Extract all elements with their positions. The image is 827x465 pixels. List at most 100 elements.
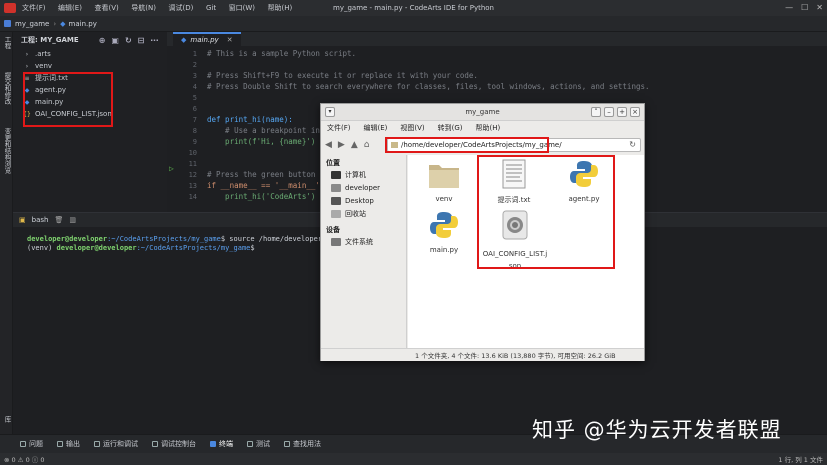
project-panel-header: 工程: MY_GAME ⊕ ▣ ↻ ⊟ ⋯ [13,32,167,48]
split-icon[interactable]: ▥ [69,216,76,224]
menu-view[interactable]: 查看(V) [94,4,118,12]
fm-place-computer[interactable]: 计算机 [321,168,406,181]
activity-project[interactable]: 工程 [2,36,12,49]
fm-up-button[interactable]: ˄ [591,107,601,117]
terminal-user: developer@developer [56,244,137,252]
terminal-tab[interactable]: bash [32,216,49,224]
file-item-venv[interactable]: venv [413,161,475,203]
tab-main-py[interactable]: ◆ main.py ✕ [173,32,241,46]
line-number: 7 [192,116,197,124]
line-number: 8 [192,127,197,135]
breadcrumb-project[interactable]: my_game [15,20,49,28]
fm-menu-file[interactable]: 文件(F) [327,123,351,133]
fm-minimize-button[interactable]: – [604,107,614,117]
fm-place-label: Desktop [345,196,374,205]
activity-commit[interactable]: 提交和修改 [2,72,12,105]
tool-terminal[interactable]: 终端 [210,439,233,449]
terminal-command: $ source /home/developer/Co [220,235,335,243]
tree-item[interactable]: › venv [23,60,167,72]
line-number: 1 [192,50,197,58]
refresh-icon[interactable]: ↻ [125,36,132,45]
close-button[interactable]: ✕ [816,3,823,12]
fm-menu-go[interactable]: 转到(G) [438,123,463,133]
chevron-right-icon: › [25,50,29,58]
project-icon [4,20,11,27]
terminal-path: :~/CodeArtsProjects/my_game [136,244,251,252]
tree-item[interactable]: › .arts [23,48,167,60]
line-number: 11 [188,160,197,168]
fm-statusbar: 1 个文件夹, 4 个文件: 13.6 KiB (13,880 字节), 可用空… [321,348,644,361]
tool-label: 调试控制台 [161,440,196,448]
menu-debug[interactable]: 调试(D) [169,4,194,12]
code-line: # Use a breakpoint in t [207,126,329,135]
maximize-button[interactable]: ☐ [801,3,808,12]
fm-close-button[interactable]: × [630,107,640,117]
python-file-icon: ◆ [60,19,66,28]
computer-icon [331,170,341,179]
new-folder-icon[interactable]: ▣ [111,36,119,45]
problems-icon [20,441,26,447]
main-menu: 文件(F) 编辑(E) 查看(V) 导航(N) 调试(D) Git 窗口(W) … [22,3,302,13]
tool-debug-console[interactable]: 调试控制台 [152,439,196,449]
breadcrumb-file[interactable]: main.py [69,20,97,28]
back-arrow-icon[interactable]: ◀ [325,140,332,150]
tool-output[interactable]: 输出 [57,439,80,449]
tool-label: 运行和调试 [103,440,138,448]
forward-arrow-icon[interactable]: ▶ [338,140,345,150]
fm-menu-view[interactable]: 视图(V) [400,123,424,133]
menu-git[interactable]: Git [206,4,216,12]
refresh-icon[interactable]: ↻ [629,140,636,149]
status-problems[interactable]: ⊗ 0 ⚠ 0 ⓘ 0 [4,454,45,464]
code-line: # Press Double Shift to search everywher… [207,82,650,91]
tool-find-usages[interactable]: 查找用法 [284,439,321,449]
home-icon[interactable]: ⌂ [364,140,370,150]
menu-file[interactable]: 文件(F) [22,4,46,12]
file-item-label: main.py [429,246,459,254]
line-number: 10 [188,149,197,157]
activity-structure[interactable]: 变更和结构浏览 [2,128,12,174]
fm-maximize-button[interactable]: + [617,107,627,117]
output-icon [57,441,63,447]
fm-menu-icon[interactable]: ▾ [325,107,335,117]
fm-device-label: 文件系统 [345,237,373,246]
menu-navigate[interactable]: 导航(N) [131,4,156,12]
menu-window[interactable]: 窗口(W) [229,4,255,12]
fm-place-label: 计算机 [345,170,366,179]
file-item-main-py[interactable]: main.py [413,210,475,254]
run-icon [94,441,100,447]
fm-place-desktop[interactable]: Desktop [321,194,406,207]
editor-tabs: ◆ main.py ✕ [167,32,827,46]
drive-icon [331,237,341,246]
code-line: def print_hi(name): [207,115,293,124]
trash-icon[interactable]: 🗑 [54,216,63,224]
fm-menu-help[interactable]: 帮助(H) [476,123,501,133]
menu-edit[interactable]: 编辑(E) [58,4,82,12]
more-icon[interactable]: ⋯ [150,36,158,45]
fm-menu-edit[interactable]: 编辑(E) [364,123,388,133]
fm-device-filesystem[interactable]: 文件系统 [321,235,406,248]
status-cursor-position[interactable]: 1 行, 列 1 文件 [778,454,823,464]
tool-run-debug[interactable]: 运行和调试 [94,439,138,449]
fm-title-bar: ▾ my_game ˄ – + × [321,104,644,121]
up-arrow-icon[interactable]: ▲ [351,140,358,150]
tool-problems[interactable]: 问题 [20,439,43,449]
close-tab-icon[interactable]: ✕ [227,36,233,44]
fm-place-label: 回收站 [345,209,366,218]
collapse-icon[interactable]: ⊟ [138,36,145,45]
project-toolbar: ⊕ ▣ ↻ ⊟ ⋯ [99,36,159,45]
run-gutter-icon[interactable]: ▷ [169,164,174,173]
highlight-box [23,72,113,127]
menu-help[interactable]: 帮助(H) [268,4,293,12]
new-file-icon[interactable]: ⊕ [99,36,106,45]
tool-label: 查找用法 [293,440,321,448]
minimize-button[interactable]: — [785,3,793,12]
file-item-label: venv [435,195,453,203]
fm-title: my_game [465,108,500,116]
fm-place-trash[interactable]: 回收站 [321,207,406,220]
tool-label: 问题 [29,440,43,448]
fm-place-home[interactable]: developer [321,181,406,194]
line-number: 3 [192,72,197,80]
line-number: 9 [192,138,197,146]
tool-label: 测试 [256,440,270,448]
tool-test[interactable]: 测试 [247,439,270,449]
